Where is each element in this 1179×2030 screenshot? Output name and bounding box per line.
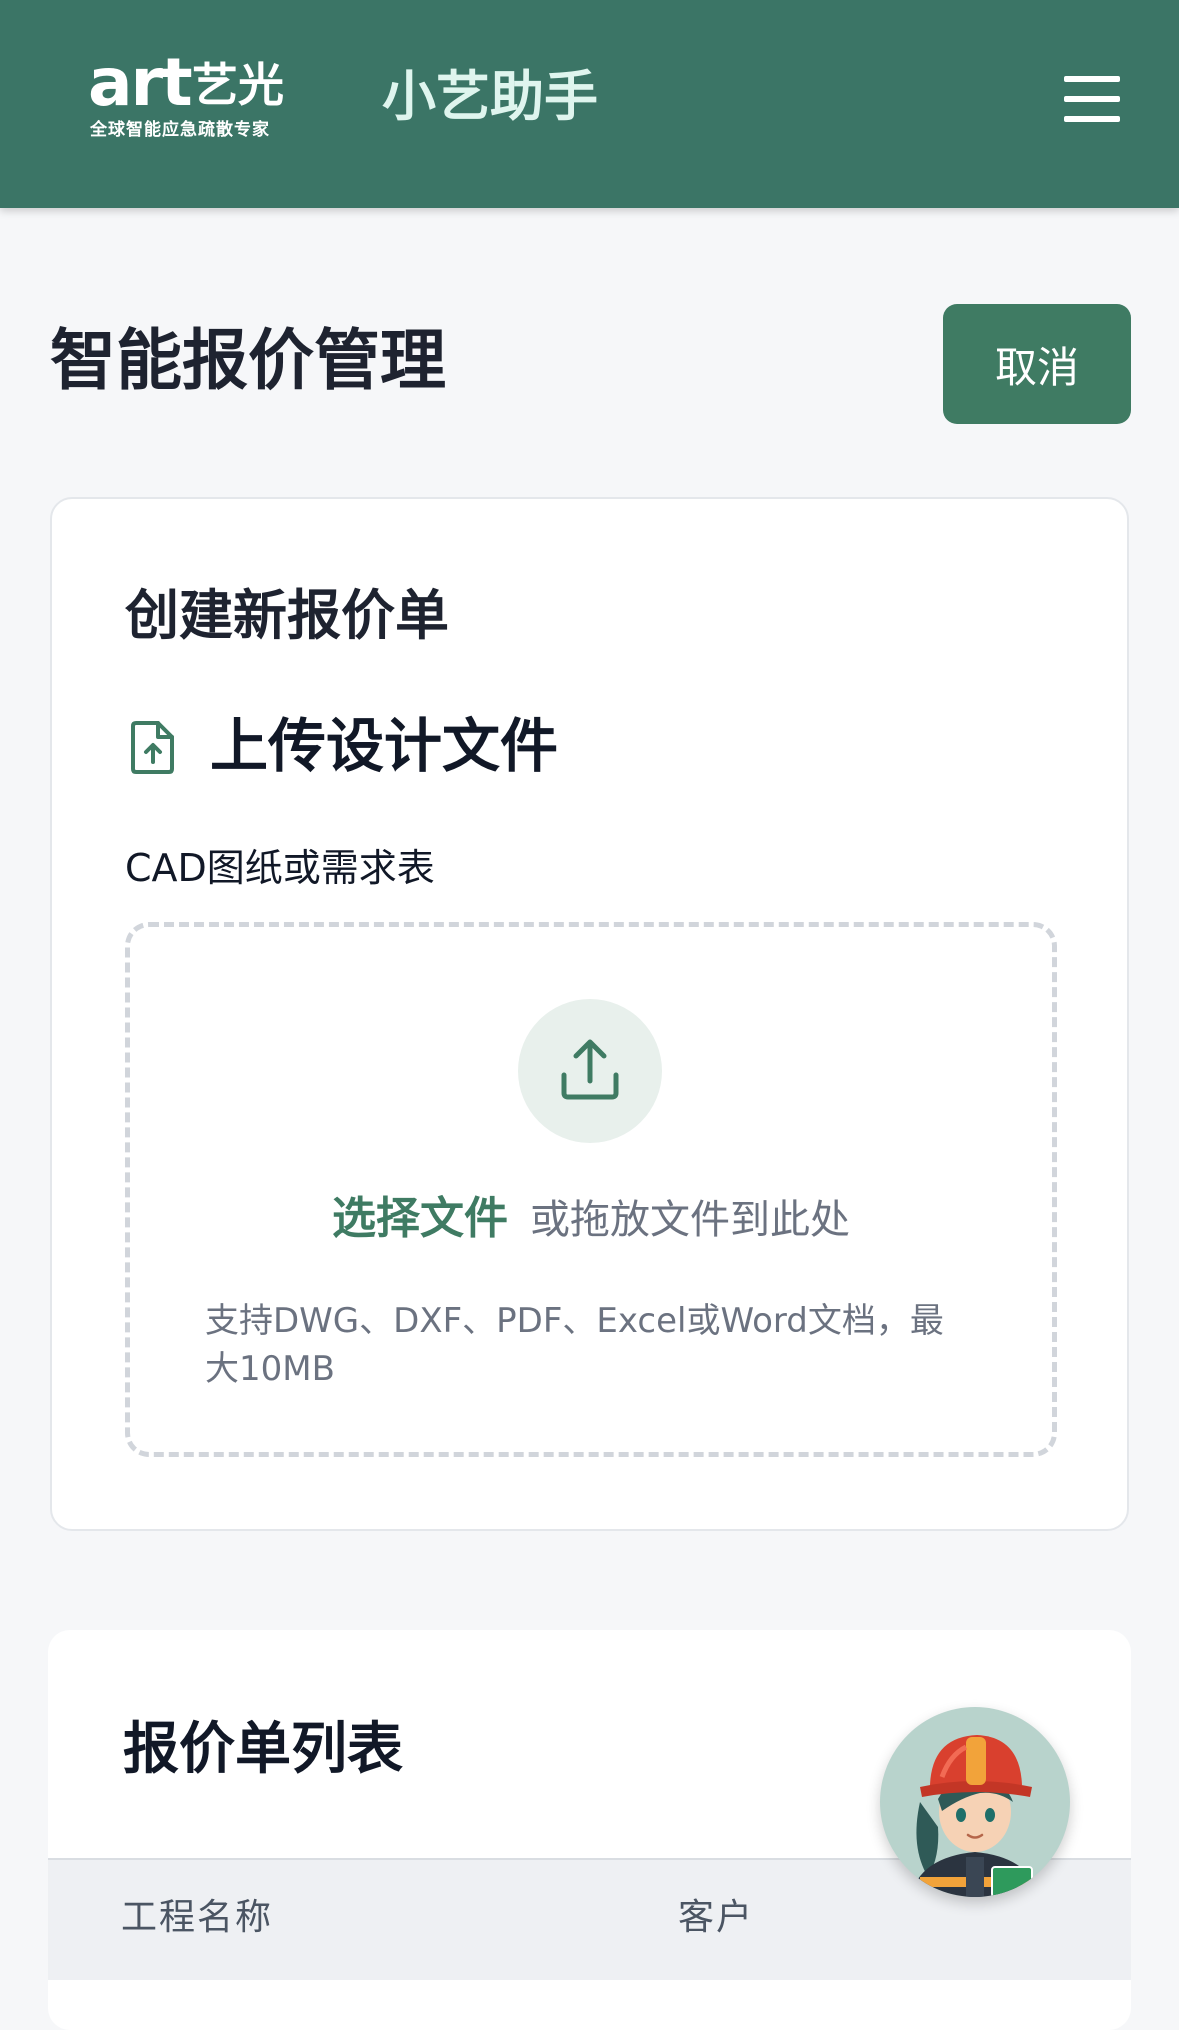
choose-file-link[interactable]: 选择文件 (332, 1193, 508, 1244)
page-title: 智能报价管理 (50, 322, 446, 399)
hamburger-menu-icon[interactable] (1064, 76, 1120, 122)
logo-chinese-name: 艺光 (192, 58, 284, 112)
file-upload-icon (131, 721, 174, 774)
choose-file-line: 选择文件 或拖放文件到此处 (130, 1197, 1052, 1241)
card-title: 创建新报价单 (125, 584, 449, 647)
section-title: 上传设计文件 (210, 712, 559, 780)
upload-icon[interactable] (518, 999, 662, 1143)
logo-wordmark: art (88, 44, 193, 121)
logo-tagline: 全球智能应急疏散专家 (90, 120, 270, 140)
card-title: 报价单列表 (123, 1717, 403, 1782)
field-label: CAD图纸或需求表 (125, 846, 435, 890)
create-quote-card: 创建新报价单 上传设计文件 CAD图纸或需求表 选择文件 或拖放文件到此处 支持D… (50, 497, 1129, 1531)
column-project-name: 工程名称 (121, 1897, 274, 1938)
app-header: art 艺光 全球智能应急疏散专家 小艺助手 (0, 0, 1179, 208)
file-type-hint: 支持DWG、DXF、PDF、Excel或Word文档，最大10MB (205, 1301, 944, 1389)
drag-drop-text: 或拖放文件到此处 (530, 1197, 850, 1243)
column-customer: 客户 (678, 1897, 755, 1938)
cancel-button[interactable]: 取消 (943, 304, 1131, 424)
app-title: 小艺助手 (382, 65, 598, 128)
brand-logo[interactable]: art 艺光 全球智能应急疏散专家 (88, 50, 300, 146)
file-dropzone[interactable]: 选择文件 或拖放文件到此处 支持DWG、DXF、PDF、Excel或Word文档，… (125, 922, 1057, 1457)
assistant-avatar-icon[interactable] (880, 1707, 1070, 1897)
